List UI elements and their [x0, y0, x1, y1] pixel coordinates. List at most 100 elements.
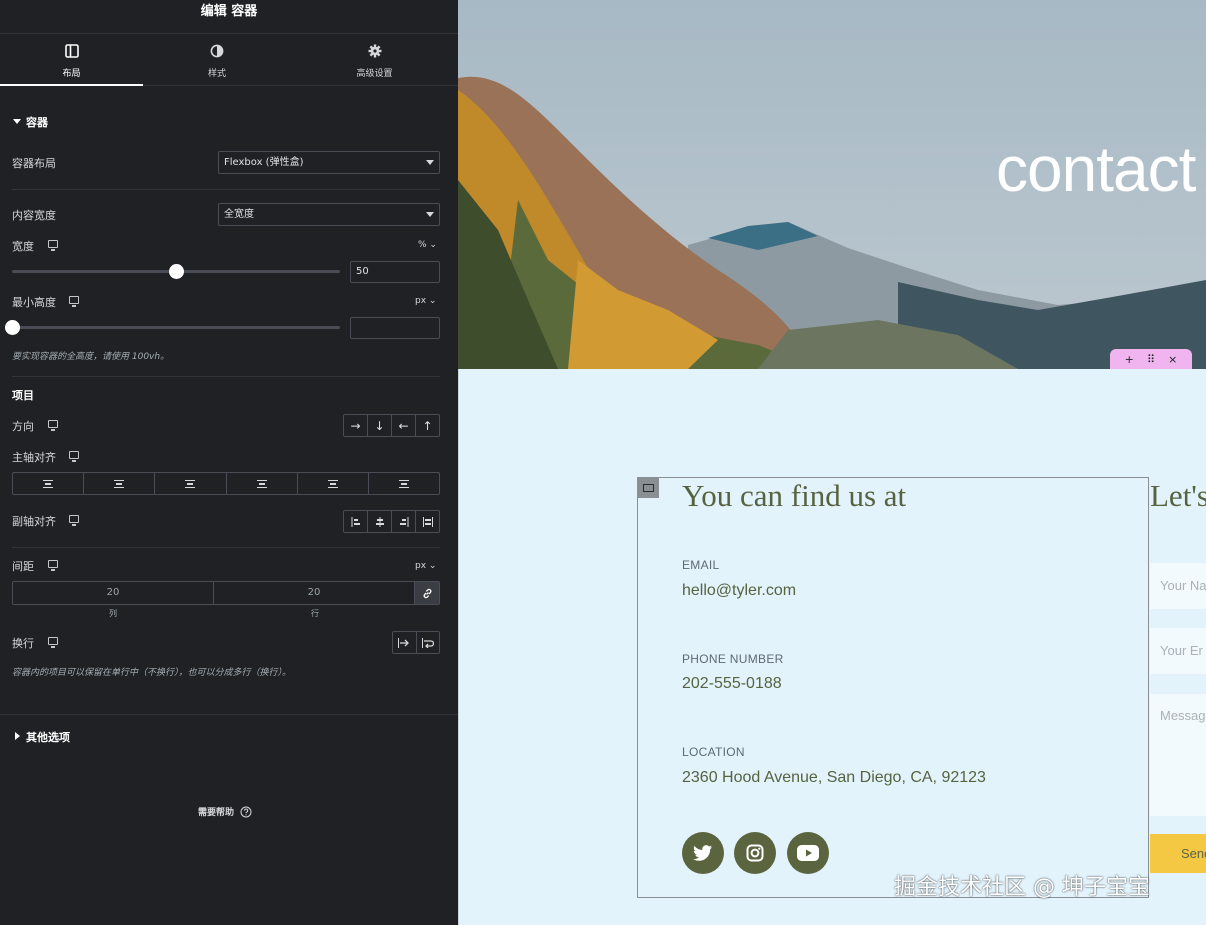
tab-style-label: 样式 — [207, 69, 226, 79]
width-unit: % — [418, 240, 427, 250]
gap-column-input[interactable]: 20 — [13, 582, 214, 604]
min-height-slider-thumb[interactable] — [4, 320, 20, 335]
select-caret-icon — [426, 160, 434, 165]
editor-panel: 编辑 容器 布局 样式 高级设置 容器 容器布局 Flexbox (弹性盒) 内… — [0, 0, 458, 925]
justify-end-icon — [185, 479, 196, 488]
min-height-note: 要实现容器的全高度，请使用 100vh。 — [12, 352, 170, 362]
tab-style[interactable]: 样式 — [143, 34, 291, 86]
panel-tabs: 布局 样式 高级设置 — [0, 34, 458, 86]
align-end-button[interactable] — [392, 511, 416, 532]
align-start-button[interactable] — [344, 511, 368, 532]
content-width-select[interactable]: 全宽度 — [218, 203, 440, 226]
question-circle-icon — [240, 806, 252, 818]
justify-buttons — [12, 472, 440, 495]
justify-space-around-button[interactable] — [298, 473, 369, 494]
monitor-icon[interactable] — [48, 560, 58, 571]
justify-center-icon — [114, 479, 125, 488]
min-height-slider-track[interactable] — [12, 326, 340, 329]
direction-column-reverse-button[interactable]: ↑ — [416, 415, 439, 436]
layout-icon — [64, 44, 79, 58]
min-height-label: 最小高度 — [12, 296, 56, 309]
monitor-icon[interactable] — [48, 637, 58, 648]
gap-label: 间距 — [12, 560, 34, 573]
drag-handle-icon[interactable]: ⠿ — [1147, 353, 1155, 366]
justify-space-between-icon — [256, 479, 267, 488]
hero-section[interactable]: contact + ⠿ × — [458, 0, 1206, 369]
section-other-options[interactable]: 其他选项 — [26, 729, 70, 745]
name-input[interactable]: Your Na — [1150, 563, 1206, 609]
justify-start-button[interactable] — [13, 473, 85, 494]
section-container-title[interactable]: 容器 — [26, 114, 48, 130]
hero-title: contact — [996, 133, 1196, 205]
content-width-value: 全宽度 — [224, 209, 254, 220]
twitter-button[interactable] — [682, 832, 724, 874]
tab-layout[interactable]: 布局 — [0, 34, 143, 86]
section-handle[interactable]: + ⠿ × — [1110, 349, 1192, 369]
width-slider-thumb[interactable] — [168, 264, 184, 279]
justify-space-evenly-button[interactable] — [369, 473, 439, 494]
wrap-button[interactable] — [417, 632, 440, 653]
monitor-icon[interactable] — [48, 420, 58, 431]
caret-down-icon[interactable] — [13, 119, 21, 124]
close-icon[interactable]: × — [1168, 353, 1177, 366]
instagram-icon — [746, 844, 764, 862]
help-link[interactable]: 需要帮助 — [198, 805, 252, 818]
message-textarea[interactable]: Messag — [1150, 694, 1206, 816]
width-input[interactable]: 50 — [350, 261, 440, 283]
align-label: 副轴对齐 — [12, 515, 56, 528]
add-icon[interactable]: + — [1125, 353, 1134, 366]
divider — [12, 376, 440, 377]
width-unit-select[interactable]: % ⌄ — [418, 240, 437, 250]
justify-end-button[interactable] — [155, 473, 227, 494]
gap-unit: px — [415, 561, 427, 571]
phone-value[interactable]: 202-555-0188 — [682, 675, 782, 693]
justify-space-around-icon — [327, 479, 338, 488]
help-label: 需要帮助 — [198, 808, 235, 818]
contact-heading: You can find us at — [682, 478, 907, 513]
monitor-icon[interactable] — [69, 296, 79, 307]
monitor-icon[interactable] — [48, 240, 58, 251]
justify-label: 主轴对齐 — [12, 451, 56, 464]
divider — [12, 547, 440, 548]
align-stretch-button[interactable] — [416, 511, 439, 532]
divider — [0, 714, 458, 715]
align-center-button[interactable] — [368, 511, 392, 532]
width-label: 宽度 — [12, 240, 34, 253]
gap-link-button[interactable] — [415, 582, 439, 604]
no-wrap-button[interactable] — [393, 632, 417, 653]
container-tag-icon[interactable] — [637, 477, 659, 498]
wrap-note: 容器内的项目可以保留在单行中（不换行），也可以分成多行（换行）。 — [12, 668, 292, 678]
youtube-button[interactable] — [787, 832, 829, 874]
gap-unit-select[interactable]: px ⌄ — [415, 561, 436, 571]
select-caret-icon — [426, 212, 434, 217]
caret-right-icon[interactable] — [15, 732, 20, 740]
container-layout-select[interactable]: Flexbox (弹性盒) — [218, 151, 440, 174]
divider — [12, 189, 440, 190]
min-height-unit-select[interactable]: px ⌄ — [415, 296, 436, 306]
email-value[interactable]: hello@tyler.com — [682, 582, 796, 600]
direction-label: 方向 — [12, 420, 34, 433]
monitor-icon[interactable] — [69, 451, 79, 462]
tab-advanced[interactable]: 高级设置 — [291, 34, 458, 86]
justify-space-between-button[interactable] — [227, 473, 298, 494]
gap-inputs: 20 20 — [12, 581, 440, 605]
min-height-input[interactable] — [350, 317, 440, 339]
location-value: 2360 Hood Avenue, San Diego, CA, 92123 — [682, 769, 986, 786]
justify-start-icon — [43, 479, 54, 488]
gear-icon — [368, 44, 381, 58]
container-layout-label: 容器布局 — [12, 157, 56, 170]
align-end-icon — [399, 516, 408, 527]
direction-buttons: → ↓ ← ↑ — [343, 414, 440, 437]
justify-space-evenly-icon — [398, 479, 409, 488]
send-button[interactable]: Send — [1150, 834, 1206, 873]
email-input[interactable]: Your Er — [1150, 628, 1206, 674]
page-preview: contact + ⠿ × You can find us at EMAIL h… — [458, 0, 1206, 925]
panel-title: 编辑 容器 — [0, 0, 458, 34]
direction-column-button[interactable]: ↓ — [368, 415, 392, 436]
monitor-icon[interactable] — [69, 515, 79, 526]
direction-row-reverse-button[interactable]: ← — [392, 415, 416, 436]
instagram-button[interactable] — [734, 832, 776, 874]
gap-row-input[interactable]: 20 — [214, 582, 415, 604]
direction-row-button[interactable]: → — [344, 415, 368, 436]
justify-center-button[interactable] — [84, 473, 156, 494]
